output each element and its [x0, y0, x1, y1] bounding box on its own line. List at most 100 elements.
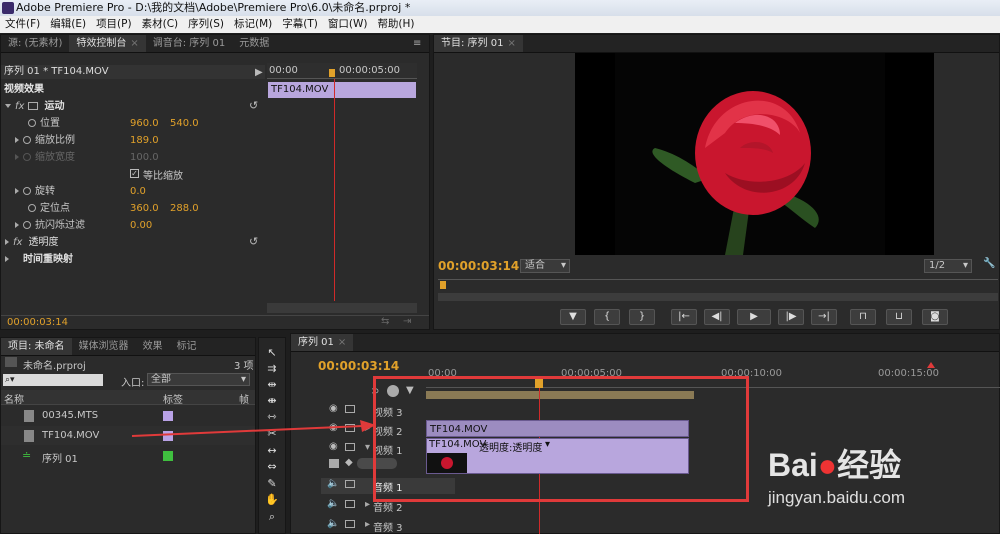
- menu-marker[interactable]: 标记(M): [229, 16, 277, 33]
- fit-dropdown[interactable]: 适合 ▾: [520, 259, 570, 273]
- tab-effects[interactable]: 效果: [136, 338, 170, 355]
- speaker-icon[interactable]: 🔈: [327, 498, 339, 509]
- search-input[interactable]: ⌕▾: [3, 374, 103, 386]
- add-marker-button[interactable]: ▼: [560, 309, 586, 325]
- extract-button[interactable]: ⊔: [886, 309, 912, 325]
- position-x[interactable]: 960.0: [130, 118, 159, 129]
- program-playhead-icon[interactable]: [440, 281, 446, 289]
- mark-out-button[interactable]: }: [629, 309, 655, 325]
- slip-tool-icon[interactable]: ↔: [264, 443, 280, 459]
- motion-row[interactable]: fx 运动: [1, 98, 265, 115]
- export-frame-button[interactable]: ◙: [922, 309, 948, 325]
- entry-dropdown[interactable]: 全部 ▾: [147, 373, 250, 386]
- stopwatch-icon[interactable]: [28, 119, 36, 127]
- hand-tool-icon[interactable]: ✋: [264, 492, 280, 508]
- reset-icon[interactable]: ↺: [249, 235, 258, 248]
- position-y[interactable]: 540.0: [170, 118, 199, 129]
- rolling-edit-tool-icon[interactable]: ⇼: [264, 393, 280, 409]
- loop-icon[interactable]: ⇆: [381, 316, 389, 327]
- col-frame[interactable]: 帧: [239, 391, 249, 406]
- close-icon[interactable]: ×: [338, 337, 346, 348]
- rotation-value[interactable]: 0.0: [130, 186, 146, 197]
- end-marker-icon[interactable]: [927, 362, 935, 368]
- tab-effect-controls[interactable]: 特效控制台 ×: [69, 35, 146, 52]
- go-to-out-button[interactable]: →|: [811, 309, 837, 325]
- uniform-scale-checkbox[interactable]: ✓: [130, 169, 139, 178]
- display-style-icon[interactable]: [329, 459, 339, 468]
- mini-scrollbar[interactable]: [267, 303, 417, 313]
- reset-icon[interactable]: ↺: [249, 99, 258, 112]
- sync-lock-icon[interactable]: [345, 405, 355, 413]
- tab-audio-mixer[interactable]: 调音台: 序列 01: [146, 35, 232, 52]
- col-label[interactable]: 标签: [163, 391, 183, 406]
- panel-menu-icon[interactable]: ≡: [413, 38, 421, 49]
- menu-help[interactable]: 帮助(H): [372, 16, 419, 33]
- pen-tool-icon[interactable]: ✎: [264, 476, 280, 492]
- step-back-button[interactable]: ◀|: [704, 309, 730, 325]
- expand-triangle-icon[interactable]: [15, 222, 19, 228]
- step-forward-button[interactable]: |▶: [778, 309, 804, 325]
- export-icon[interactable]: ⇥: [403, 316, 411, 327]
- ripple-edit-tool-icon[interactable]: ⇹: [264, 377, 280, 393]
- expand-triangle-icon[interactable]: [5, 239, 9, 245]
- eye-icon[interactable]: ◉: [329, 441, 338, 452]
- tab-media-browser[interactable]: 媒体浏览器: [72, 338, 136, 355]
- timeline-timecode[interactable]: 00:00:03:14: [318, 359, 399, 373]
- stopwatch-icon[interactable]: [23, 136, 31, 144]
- list-item[interactable]: ≐ 序列 01: [1, 446, 255, 465]
- tab-program[interactable]: 节目: 序列 01 ×: [434, 35, 523, 52]
- stopwatch-icon[interactable]: [23, 187, 31, 195]
- stopwatch-icon[interactable]: [23, 221, 31, 229]
- anchor-x[interactable]: 360.0: [130, 203, 159, 214]
- menu-clip[interactable]: 素材(C): [137, 16, 184, 33]
- tab-sequence[interactable]: 序列 01 ×: [291, 334, 354, 351]
- speaker-icon[interactable]: 🔈: [327, 478, 339, 489]
- sync-lock-icon[interactable]: [345, 520, 355, 528]
- tab-source[interactable]: 源: (无素材): [1, 35, 69, 52]
- opacity-row[interactable]: fx 透明度: [1, 234, 265, 251]
- program-ruler[interactable]: [438, 279, 998, 280]
- track-select-tool-icon[interactable]: ⇉: [264, 361, 280, 377]
- sync-lock-icon[interactable]: [345, 500, 355, 508]
- selection-tool-icon[interactable]: ↖: [264, 345, 280, 361]
- menu-file[interactable]: 文件(F): [0, 16, 45, 33]
- track-header-audio3[interactable]: 🔈 ▸ 音频 3: [291, 516, 426, 534]
- playhead-marker-icon[interactable]: [329, 69, 335, 77]
- zoom-tool-icon[interactable]: ⌕: [264, 509, 280, 525]
- wrench-icon[interactable]: 🔧: [983, 258, 995, 269]
- menu-project[interactable]: 项目(P): [91, 16, 137, 33]
- resolution-dropdown[interactable]: 1/2 ▾: [924, 259, 972, 273]
- tab-metadata[interactable]: 元数据: [232, 35, 276, 52]
- menu-title[interactable]: 字幕(T): [277, 16, 323, 33]
- sync-lock-icon[interactable]: [345, 443, 355, 451]
- expand-triangle-icon[interactable]: [5, 256, 9, 262]
- menu-edit[interactable]: 编辑(E): [45, 16, 91, 33]
- sync-lock-icon[interactable]: [345, 480, 355, 488]
- anchor-y[interactable]: 288.0: [170, 203, 199, 214]
- col-name[interactable]: 名称: [4, 391, 24, 406]
- menu-sequence[interactable]: 序列(S): [183, 16, 229, 33]
- mark-in-button[interactable]: {: [594, 309, 620, 325]
- go-to-in-button[interactable]: |←: [671, 309, 697, 325]
- keyframe-toggle-icon[interactable]: ◆: [345, 457, 353, 468]
- scale-value[interactable]: 189.0: [130, 135, 159, 146]
- antiflicker-value[interactable]: 0.00: [130, 220, 152, 231]
- close-icon[interactable]: ×: [507, 38, 515, 49]
- effect-timecode[interactable]: 00:00:03:14: [7, 317, 68, 328]
- video-frame[interactable]: [575, 53, 934, 255]
- time-remap-row[interactable]: 时间重映射: [1, 251, 73, 268]
- close-icon[interactable]: ×: [130, 38, 138, 49]
- expand-triangle-icon[interactable]: ▸: [365, 499, 370, 510]
- program-timecode[interactable]: 00:00:03:14: [438, 259, 519, 273]
- expand-triangle-icon[interactable]: [15, 137, 19, 143]
- stopwatch-icon[interactable]: [28, 204, 36, 212]
- program-zoom-bar[interactable]: [438, 293, 998, 301]
- tab-markers[interactable]: 标记: [170, 338, 204, 355]
- play-button[interactable]: ▶: [737, 309, 771, 325]
- expand-triangle-icon[interactable]: [15, 188, 19, 194]
- slide-tool-icon[interactable]: ⇔: [264, 459, 280, 475]
- collapse-triangle-icon[interactable]: ▾: [365, 442, 370, 453]
- collapse-triangle-icon[interactable]: [5, 104, 11, 108]
- lift-button[interactable]: ⊓: [850, 309, 876, 325]
- mini-ruler[interactable]: 00:00 00:00:05:00: [267, 63, 417, 79]
